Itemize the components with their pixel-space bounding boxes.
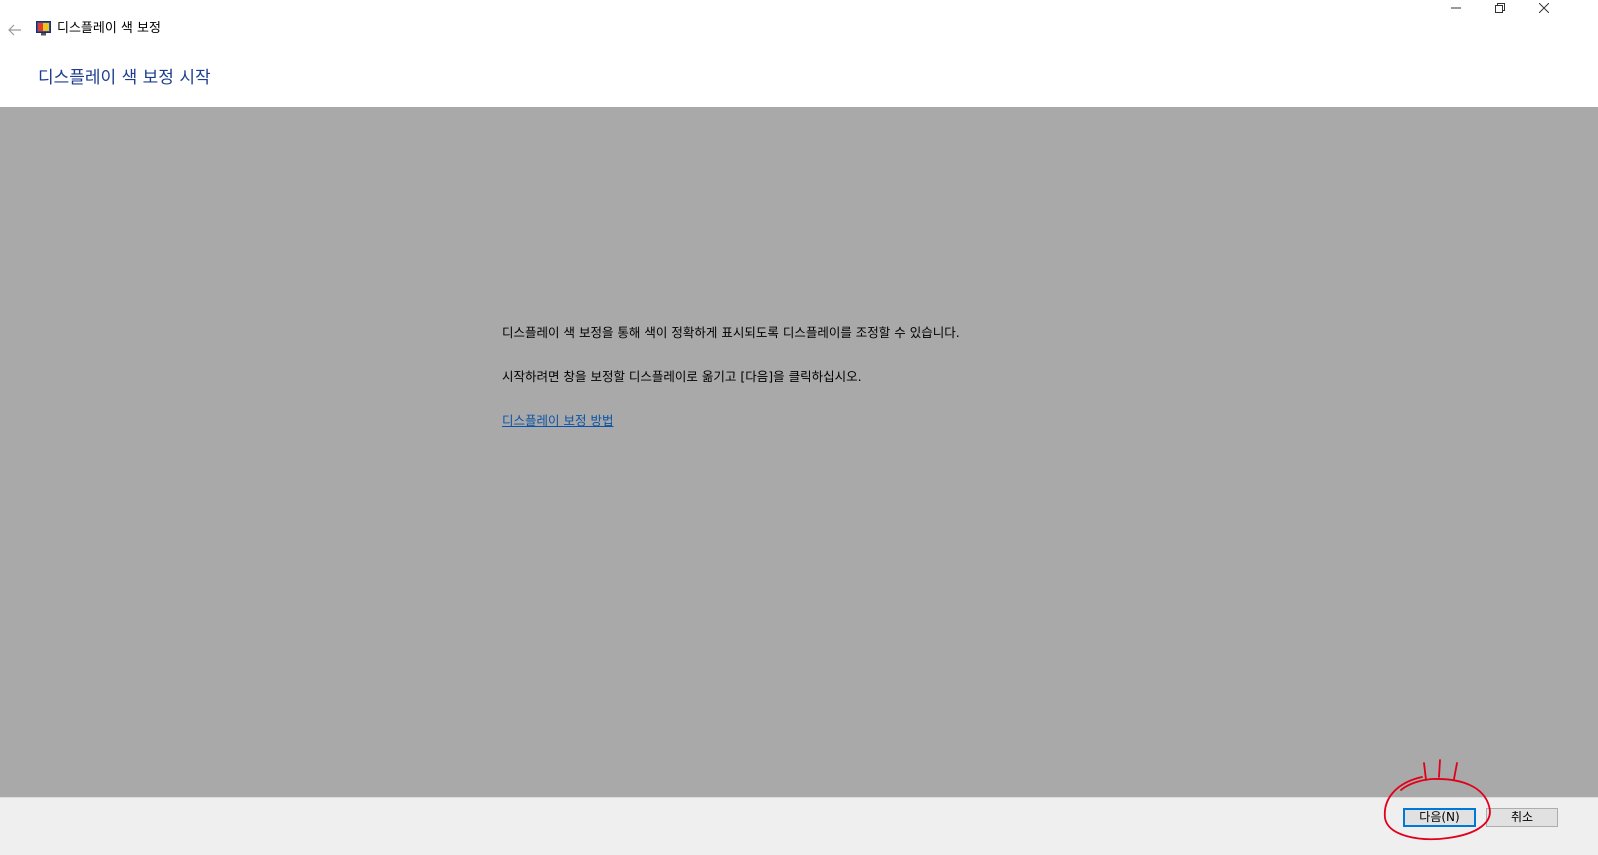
cancel-button[interactable]: 취소 bbox=[1486, 808, 1558, 827]
description-text: 디스플레이 색 보정을 통해 색이 정확하게 표시되도록 디스플레이를 조정할 … bbox=[502, 325, 960, 340]
calibration-help-link[interactable]: 디스플레이 보정 방법 bbox=[502, 412, 613, 430]
page-title: 디스플레이 색 보정 시작 bbox=[38, 68, 211, 88]
restore-button[interactable] bbox=[1478, 0, 1522, 16]
back-button[interactable] bbox=[4, 20, 26, 40]
color-calibration-window: 디스플레이 색 보정 디스플레이 색 보정 시작 디스플레이 색 보정을 통해 … bbox=[0, 0, 1598, 855]
back-arrow-icon bbox=[8, 24, 21, 36]
minimize-button[interactable] bbox=[1434, 0, 1478, 16]
window-title: 디스플레이 색 보정 bbox=[57, 21, 161, 36]
instruction-text: 시작하려면 창을 보정할 디스플레이로 옮기고 [다음]을 클릭하십시오. bbox=[502, 369, 862, 384]
title-bar: 디스플레이 색 보정 bbox=[0, 0, 1598, 58]
display-color-calibration-icon bbox=[36, 21, 51, 36]
calibration-content-area: 디스플레이 색 보정을 통해 색이 정확하게 표시되도록 디스플레이를 조정할 … bbox=[0, 107, 1598, 797]
close-icon bbox=[1539, 3, 1549, 13]
button-bar: 다음(N) 취소 bbox=[0, 797, 1598, 855]
next-button[interactable]: 다음(N) bbox=[1403, 808, 1476, 827]
close-button[interactable] bbox=[1522, 0, 1566, 16]
minimize-icon bbox=[1451, 7, 1461, 9]
restore-icon bbox=[1495, 3, 1505, 13]
